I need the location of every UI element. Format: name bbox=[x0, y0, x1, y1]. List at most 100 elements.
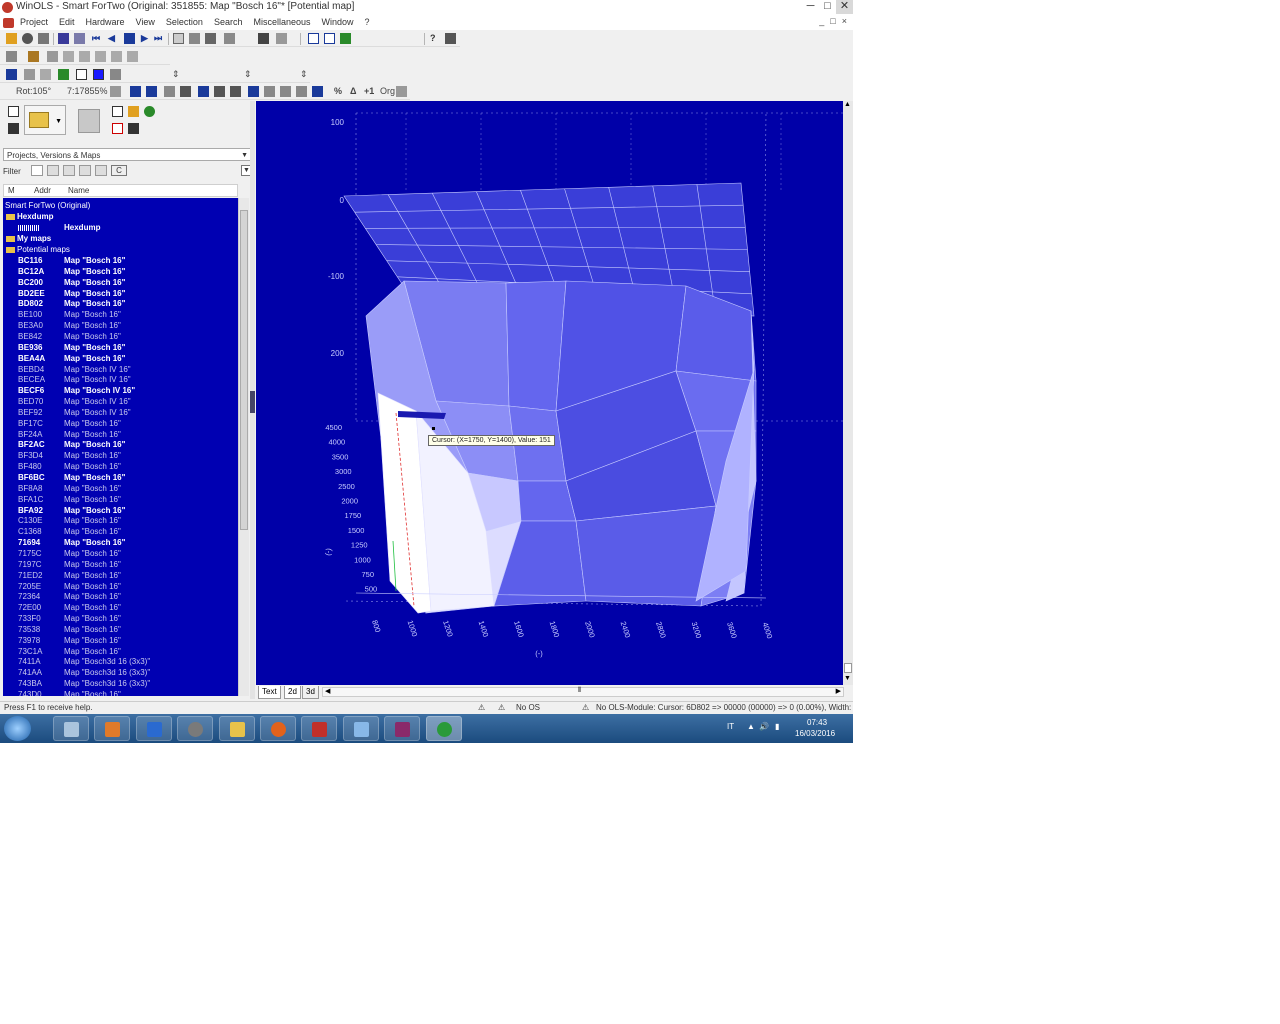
map-list-item[interactable]: BED70 Map "Bosch IV 16" bbox=[3, 396, 238, 407]
taskbar-app-diagnostics[interactable] bbox=[177, 716, 213, 741]
key2-icon[interactable] bbox=[63, 51, 74, 62]
tree-project[interactable]: Smart ForTwo (Original) bbox=[5, 200, 90, 211]
edit-map-icon[interactable] bbox=[128, 106, 139, 117]
row-icon[interactable] bbox=[180, 86, 191, 97]
map-list-item[interactable]: 7197C Map "Bosch 16" bbox=[3, 559, 238, 570]
view-3d-icon[interactable] bbox=[146, 86, 157, 97]
taskbar-app-winrar[interactable] bbox=[384, 716, 420, 741]
column-header-address[interactable]: Addr bbox=[34, 186, 51, 195]
document-icon[interactable] bbox=[3, 18, 14, 28]
taskbar-app-explorer[interactable] bbox=[219, 716, 255, 741]
grid-lines-icon[interactable] bbox=[164, 86, 175, 97]
chart-icon[interactable] bbox=[58, 69, 69, 80]
menu-view[interactable]: View bbox=[136, 17, 155, 27]
spin1-icon[interactable]: ⇕ bbox=[172, 69, 180, 80]
recent-projects-icon[interactable] bbox=[78, 109, 100, 133]
tree-folder-potential-maps[interactable]: Potential maps bbox=[6, 244, 70, 255]
map-vertical-scrollbar[interactable]: ▲ ▼ bbox=[843, 101, 853, 685]
home-icon[interactable] bbox=[258, 33, 269, 44]
map-list-item[interactable]: BF2AC Map "Bosch 16" bbox=[3, 439, 238, 450]
map-list-item[interactable]: BEBD4 Map "Bosch IV 16" bbox=[3, 364, 238, 375]
map-list-item[interactable]: BC12A Map "Bosch 16" bbox=[3, 266, 238, 277]
zoom-label[interactable]: 7:17855% bbox=[67, 86, 108, 96]
curve-icon[interactable] bbox=[312, 86, 323, 97]
child-close-button[interactable]: × bbox=[842, 16, 847, 26]
map-list-item[interactable]: 743BA Map "Bosch3d 16 (3x3)" bbox=[3, 678, 238, 689]
panel-splitter[interactable] bbox=[250, 101, 255, 699]
table-icon[interactable] bbox=[110, 69, 121, 80]
filter-clear-button[interactable]: C bbox=[111, 165, 127, 176]
cell-icon[interactable] bbox=[214, 86, 225, 97]
filter-3d-button[interactable] bbox=[79, 165, 91, 176]
scroll-grip-icon[interactable]: ⦀ bbox=[578, 687, 581, 695]
column-header-name[interactable]: Name bbox=[68, 186, 89, 195]
map-list-item[interactable]: 733F0 Map "Bosch 16" bbox=[3, 613, 238, 624]
language-indicator[interactable]: IT bbox=[727, 722, 734, 731]
map-list-item[interactable]: 73C1A Map "Bosch 16" bbox=[3, 646, 238, 657]
original-button[interactable]: Org bbox=[380, 86, 395, 96]
edit-icon[interactable] bbox=[28, 51, 39, 62]
taskbar-app-winols[interactable] bbox=[426, 716, 462, 741]
taskbar-app-media[interactable] bbox=[94, 716, 130, 741]
map-list-item[interactable]: BE3A0 Map "Bosch 16" bbox=[3, 320, 238, 331]
dec-icon[interactable] bbox=[248, 86, 259, 97]
filter-1d-button[interactable] bbox=[47, 165, 59, 176]
context-help-icon[interactable] bbox=[445, 33, 456, 44]
view-2d-icon[interactable] bbox=[130, 86, 141, 97]
map-list-item[interactable]: 741AA Map "Bosch3d 16 (3x3)" bbox=[3, 667, 238, 678]
map-list-item[interactable]: 71694 Map "Bosch 16" bbox=[3, 537, 238, 548]
replace-icon[interactable] bbox=[205, 33, 216, 44]
new-window-icon[interactable] bbox=[112, 106, 123, 117]
map-horizontal-scrollbar[interactable]: ◀ ⦀ ▶ bbox=[322, 687, 844, 697]
menu-search[interactable]: Search bbox=[214, 17, 243, 27]
spin3-icon[interactable]: ⇕ bbox=[300, 69, 308, 80]
map-list-item[interactable]: BF6BC Map "Bosch 16" bbox=[3, 472, 238, 483]
map-3d-canvas[interactable]: 1000-10020045004000350030002500200017501… bbox=[256, 101, 843, 685]
help-icon[interactable]: ? bbox=[430, 33, 436, 43]
new-project-icon[interactable] bbox=[6, 33, 17, 44]
white-color-icon[interactable] bbox=[76, 69, 87, 80]
save-icon[interactable] bbox=[8, 123, 19, 134]
selection-icon[interactable] bbox=[173, 33, 184, 44]
map-list-item[interactable]: BF24A Map "Bosch 16" bbox=[3, 429, 238, 440]
map-list-item[interactable]: BD802 Map "Bosch 16" bbox=[3, 298, 238, 309]
list-icon[interactable] bbox=[58, 33, 69, 44]
delta-button[interactable]: Δ bbox=[350, 86, 356, 96]
taskbar-app-car[interactable] bbox=[53, 716, 89, 741]
clock-date[interactable]: 16/03/2016 bbox=[795, 729, 835, 738]
taskbar-app-teamviewer[interactable] bbox=[136, 716, 172, 741]
checksum-icon[interactable] bbox=[128, 123, 139, 134]
menu-selection[interactable]: Selection bbox=[166, 17, 203, 27]
last-map-icon[interactable]: ⏭ bbox=[154, 33, 162, 44]
scroll-right-icon[interactable]: ▶ bbox=[836, 687, 841, 695]
column-icon[interactable] bbox=[198, 86, 209, 97]
window-icon[interactable] bbox=[308, 33, 319, 44]
dropdown-arrow-icon[interactable]: ▼ bbox=[55, 118, 62, 125]
tree-scrollbar[interactable] bbox=[238, 198, 249, 696]
hardware-icon[interactable] bbox=[22, 33, 33, 44]
window-tile-icon[interactable] bbox=[324, 33, 335, 44]
tools-icon[interactable] bbox=[224, 33, 235, 44]
scroll-left-icon[interactable]: ◀ bbox=[325, 687, 330, 695]
map-list-item[interactable]: BECEA Map "Bosch IV 16" bbox=[3, 374, 238, 385]
map-list-item[interactable]: BE936 Map "Bosch 16" bbox=[3, 342, 238, 353]
child-minimize-button[interactable]: _ bbox=[819, 16, 824, 26]
map-list-item[interactable]: 73538 Map "Bosch 16" bbox=[3, 624, 238, 635]
bin-icon[interactable] bbox=[264, 86, 275, 97]
map-list-item[interactable]: 743D0 Map "Bosch 16" bbox=[3, 689, 238, 696]
previous-map-icon[interactable]: ◀ bbox=[108, 33, 115, 44]
new-file-icon[interactable] bbox=[8, 106, 19, 117]
filter-text-button[interactable] bbox=[95, 165, 107, 176]
map-list-item[interactable]: BFA92 Map "Bosch 16" bbox=[3, 505, 238, 516]
tab-2d[interactable]: 2d bbox=[284, 686, 301, 699]
map-list-item[interactable]: BC200 Map "Bosch 16" bbox=[3, 277, 238, 288]
export-icon[interactable] bbox=[112, 123, 123, 134]
map-list-item[interactable]: BECF6 Map "Bosch IV 16" bbox=[3, 385, 238, 396]
spin2-icon[interactable]: ⇕ bbox=[244, 69, 252, 80]
next-map-icon[interactable]: ▶ bbox=[141, 33, 148, 44]
column-header-marker[interactable]: M bbox=[8, 186, 15, 195]
maximize-button[interactable]: □ bbox=[819, 0, 836, 14]
scroll-down-icon[interactable]: ▼ bbox=[844, 675, 851, 682]
tree-folder-hexdump[interactable]: Hexdump bbox=[6, 211, 53, 222]
key3-icon[interactable] bbox=[79, 51, 90, 62]
